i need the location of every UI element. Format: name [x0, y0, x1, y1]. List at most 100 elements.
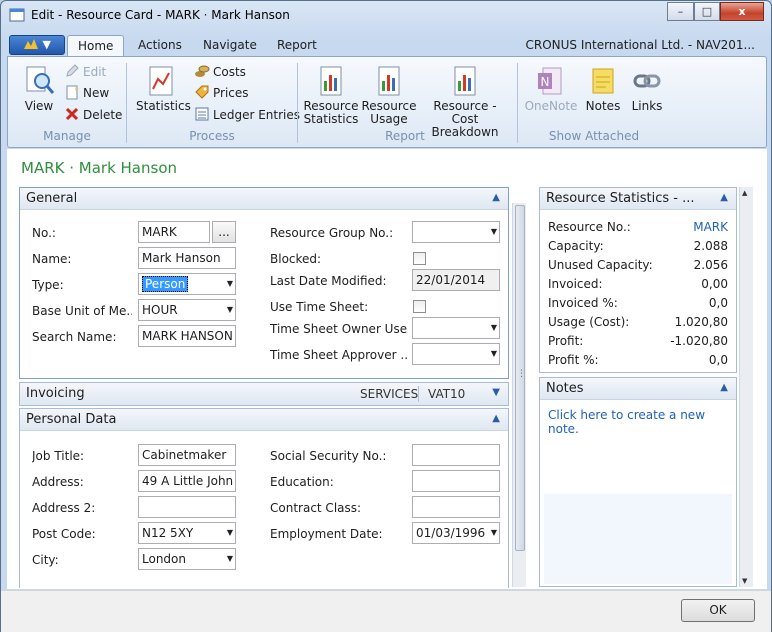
close-button[interactable]: x [720, 2, 764, 21]
stat-value: 0,0 [708, 296, 728, 310]
ribbon-tab-bar: ▼ Home Actions Navigate Report CRONUS In… [7, 33, 767, 57]
pencil-icon [66, 64, 79, 77]
no-assist-button[interactable]: ... [212, 221, 236, 243]
resource-cost-breakdown-report-button[interactable]: Resource - Cost Breakdown [419, 65, 511, 139]
new-button[interactable]: New [64, 84, 109, 102]
prices-button[interactable]: Prices [194, 84, 249, 102]
type-selected-value: Person [142, 276, 189, 292]
factbox-scrollbar[interactable]: ▲ ▼ [739, 187, 753, 587]
resource-usage-report-button[interactable]: Resource Usage [361, 65, 417, 126]
address-2-field[interactable] [138, 496, 236, 518]
type-label: Type: [32, 278, 64, 292]
expand-chevron-icon[interactable]: ▼ [492, 387, 500, 398]
scroll-down-icon[interactable]: ▼ [742, 577, 747, 585]
costs-button[interactable]: Costs [194, 63, 246, 81]
stat-row: Invoiced: 0,00 [548, 277, 728, 296]
prices-label: Prices [213, 86, 249, 100]
employment-date-dropdown[interactable]: 01/03/1996 ▼ [412, 522, 500, 544]
group-show-attached-label: Show Attached [548, 129, 640, 143]
invoicing-header[interactable]: Invoicing SERVICES VAT10 ▼ [20, 383, 508, 405]
cost-breakdown-label-1: Resource - Cost [433, 99, 497, 126]
report-bar-chart-icon [454, 66, 476, 96]
resource-group-label: Resource Group No.: [270, 226, 394, 240]
notes-header[interactable]: Notes ▲ [540, 378, 736, 400]
stat-value: -1.020,80 [670, 334, 728, 348]
ledger-entries-button[interactable]: Ledger Entries [194, 106, 300, 124]
personal-data-header[interactable]: Personal Data ▲ [20, 409, 508, 431]
report-bar-chart-icon [378, 66, 400, 96]
resource-group-dropdown[interactable]: ▼ [412, 221, 500, 243]
stat-value: 2.088 [693, 239, 728, 253]
view-icon [26, 66, 55, 94]
stat-row: Capacity: 2.088 [548, 239, 728, 258]
invoicing-fasttab[interactable]: Invoicing SERVICES VAT10 ▼ [19, 382, 509, 406]
city-dropdown[interactable]: London ▼ [138, 548, 236, 570]
tab-actions[interactable]: Actions [128, 35, 192, 57]
time-sheet-approver-dropdown[interactable]: ▼ [412, 343, 500, 365]
costs-label: Costs [213, 65, 246, 79]
social-security-field[interactable] [412, 444, 500, 466]
post-code-dropdown[interactable]: N12 5XY ▼ [138, 522, 236, 544]
collapse-chevron-icon[interactable]: ▲ [492, 192, 500, 203]
post-code-label: Post Code: [32, 527, 96, 541]
minimize-button[interactable]: – [667, 2, 694, 21]
maximize-button[interactable]: □ [694, 2, 720, 21]
coins-icon [195, 65, 210, 77]
name-field[interactable]: Mark Hanson [138, 247, 236, 269]
job-title-label: Job Title: [32, 449, 85, 463]
tab-home[interactable]: Home [67, 35, 125, 57]
time-sheet-owner-dropdown[interactable]: ▼ [412, 317, 500, 339]
view-button[interactable]: View [18, 65, 60, 113]
collapse-chevron-icon[interactable]: ▲ [720, 382, 728, 393]
summary-divider [418, 386, 419, 402]
no-label: No.: [32, 226, 56, 240]
delete-button[interactable]: Delete [64, 106, 122, 124]
statistics-button[interactable]: Statistics [136, 65, 191, 113]
scroll-up-icon[interactable]: ▲ [742, 189, 747, 197]
blocked-checkbox[interactable] [413, 252, 426, 265]
report-bar-chart-icon [320, 66, 342, 96]
create-note-link[interactable]: Click here to create a new note. [548, 408, 736, 436]
stat-key: Resource No.: [548, 220, 631, 234]
tab-navigate[interactable]: Navigate [193, 35, 267, 57]
collapse-chevron-icon[interactable]: ▲ [492, 413, 500, 424]
delete-x-icon [65, 107, 79, 121]
collapse-chevron-icon[interactable]: ▲ [720, 192, 728, 203]
resource-statistics-header[interactable]: Resource Statistics - ... ▲ [540, 188, 736, 210]
resource-no-link[interactable]: MARK [693, 220, 728, 234]
invoicing-title: Invoicing [26, 386, 85, 401]
invoicing-summary-gen-bus: SERVICES [360, 387, 419, 401]
notes-button[interactable]: Notes [583, 65, 623, 113]
onenote-button[interactable]: N OneNote [523, 65, 579, 113]
stat-value: 0,0 [708, 353, 728, 367]
education-field[interactable] [412, 470, 500, 492]
type-dropdown[interactable]: Person ▼ [138, 273, 236, 295]
search-name-label: Search Name: [32, 330, 117, 344]
no-field[interactable]: MARK [138, 221, 210, 243]
resource-statistics-report-button[interactable]: Resource Statistics [303, 65, 359, 126]
view-label: View [24, 99, 54, 113]
stat-row: Invoiced %: 0,0 [548, 296, 728, 315]
ok-button[interactable]: OK [681, 599, 755, 622]
contract-class-field[interactable] [412, 496, 500, 518]
contract-class-label: Contract Class: [270, 501, 362, 515]
title-bar: Edit - Resource Card - MARK · Mark Hanso… [1, 1, 771, 29]
links-button[interactable]: Links [627, 65, 667, 113]
dropdown-arrow-icon: ▼ [490, 528, 497, 537]
employment-date-label: Employment Date: [270, 527, 383, 541]
stat-value: 0,00 [701, 277, 728, 291]
job-title-field[interactable]: Cabinetmaker [138, 444, 236, 466]
use-time-sheet-checkbox[interactable] [413, 300, 426, 313]
search-name-field[interactable]: MARK HANSON [138, 325, 236, 347]
address-field[interactable]: 49 A Little John ... [138, 470, 236, 492]
edit-button[interactable]: Edit [64, 63, 106, 81]
splitter-grip[interactable]: ⋮ [517, 370, 526, 379]
general-header[interactable]: General ▲ [20, 188, 508, 210]
base-unit-dropdown[interactable]: HOUR ▼ [138, 299, 236, 321]
notes-area[interactable] [544, 494, 732, 584]
application-menu-button[interactable]: ▼ [9, 35, 65, 55]
main-scrollbar[interactable] [512, 203, 526, 587]
stat-value: 2.056 [693, 258, 728, 272]
tab-report[interactable]: Report [267, 35, 327, 57]
group-separator [126, 63, 127, 143]
